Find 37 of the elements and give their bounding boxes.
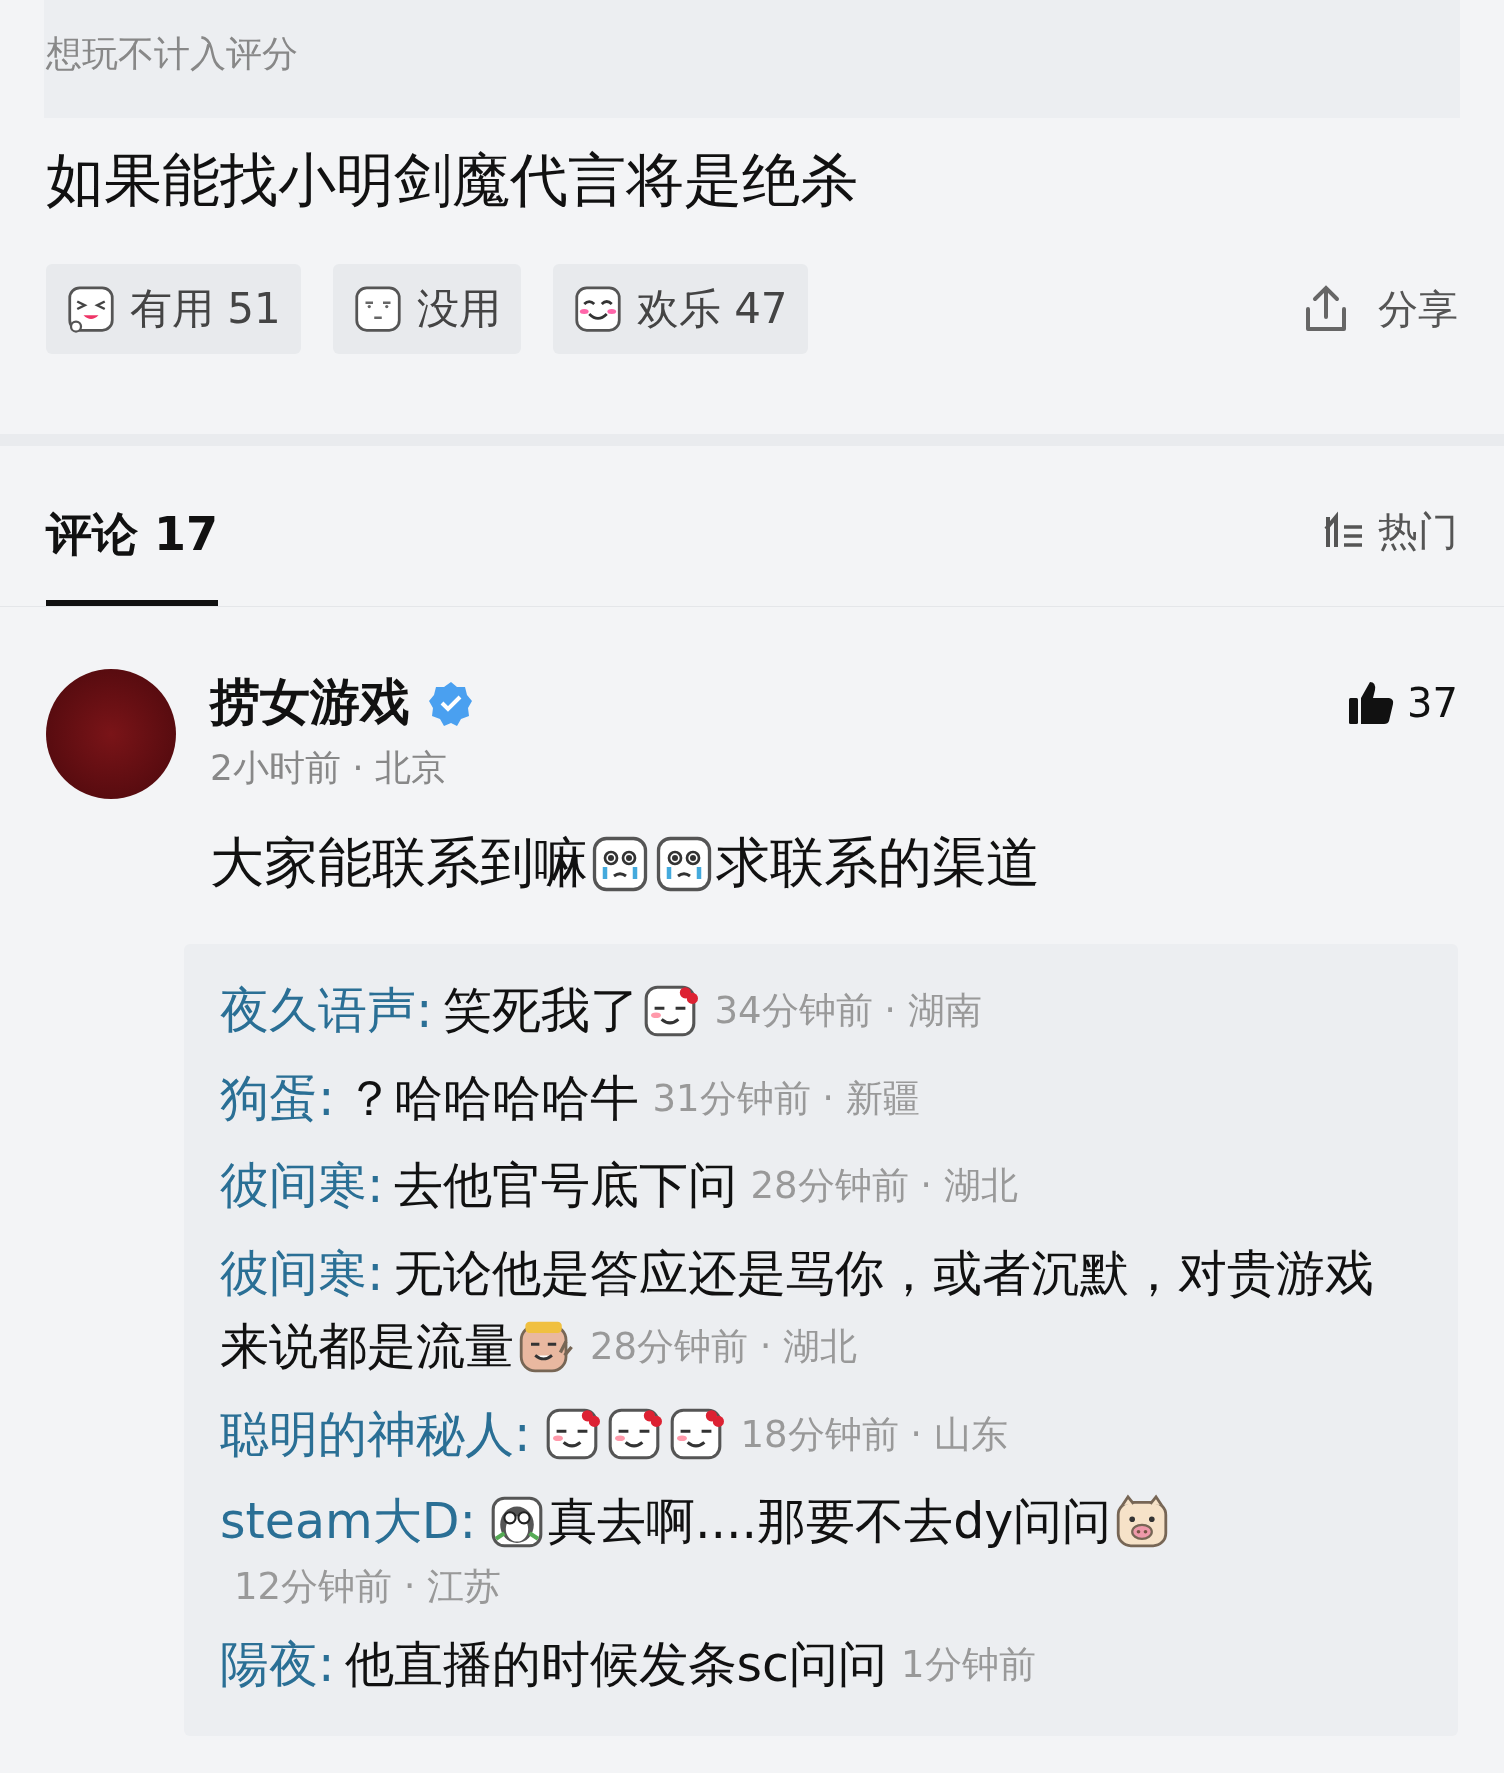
- reply-text: 真去啊....那要不去dy问问: [547, 1492, 1112, 1552]
- reply-text: 来说都是流量: [220, 1317, 514, 1377]
- comment-meta: 2小时前 · 北京: [210, 746, 449, 790]
- like-button[interactable]: 37: [1347, 677, 1458, 728]
- laughing-face-icon: [66, 284, 116, 334]
- comment-text: 大家能联系到嘛: [210, 830, 588, 896]
- reply-meta: 31分钟前 · 新疆: [652, 1075, 920, 1122]
- reply-author[interactable]: steam大D:: [220, 1485, 476, 1559]
- reaction-button[interactable]: 没用: [332, 264, 521, 354]
- smiling-face-icon: [572, 284, 623, 334]
- reply-author[interactable]: 聪明的神秘人:: [220, 1397, 531, 1471]
- author-name[interactable]: 捞女游戏: [210, 669, 410, 736]
- reaction-button[interactable]: 欢乐 47: [552, 264, 808, 354]
- reply-meta: 28分钟前 · 湖北: [590, 1324, 858, 1370]
- blank-face-icon: [352, 284, 403, 334]
- rating-note: 想玩不计入评分: [45, 31, 298, 76]
- reply-author[interactable]: 狗蛋:: [220, 1061, 335, 1135]
- reply-text: ？哈哈哈哈牛: [344, 1068, 639, 1129]
- reply-meta: 28分钟前 · 湖北: [750, 1163, 1018, 1209]
- reaction-button[interactable]: 有用 51: [46, 264, 301, 354]
- reply-author[interactable]: 彼间寒:: [220, 1149, 384, 1223]
- reply-meta: 18分钟前 · 山东: [740, 1411, 1008, 1458]
- reply-meta: 34分钟前 · 湖南: [714, 988, 982, 1034]
- reply-text: 笑死我了: [442, 981, 639, 1041]
- comments-tab[interactable]: 评论 17: [46, 504, 219, 606]
- sort-button[interactable]: 热门: [1322, 504, 1458, 559]
- reply-meta: 1分钟前: [901, 1642, 1036, 1688]
- review-text: 如果能找小明剑魔代言将是绝杀: [45, 145, 859, 216]
- comment-text: 求联系的渠道: [716, 830, 1040, 896]
- share-button[interactable]: 分享: [1300, 281, 1458, 337]
- reply-author[interactable]: 夜久语声:: [220, 974, 433, 1048]
- reply-author[interactable]: 彼间寒:: [220, 1236, 384, 1310]
- reply-author[interactable]: 陽夜:: [220, 1628, 335, 1702]
- reply-text: 无论他是答应还是骂你，或者沉默，对贵游戏: [393, 1243, 1374, 1304]
- reply-text: 他直播的时候发条sc问问: [344, 1635, 887, 1695]
- reply-meta: 12分钟前 · 江苏: [234, 1563, 502, 1610]
- reply-text: 去他官号底下问: [393, 1156, 737, 1216]
